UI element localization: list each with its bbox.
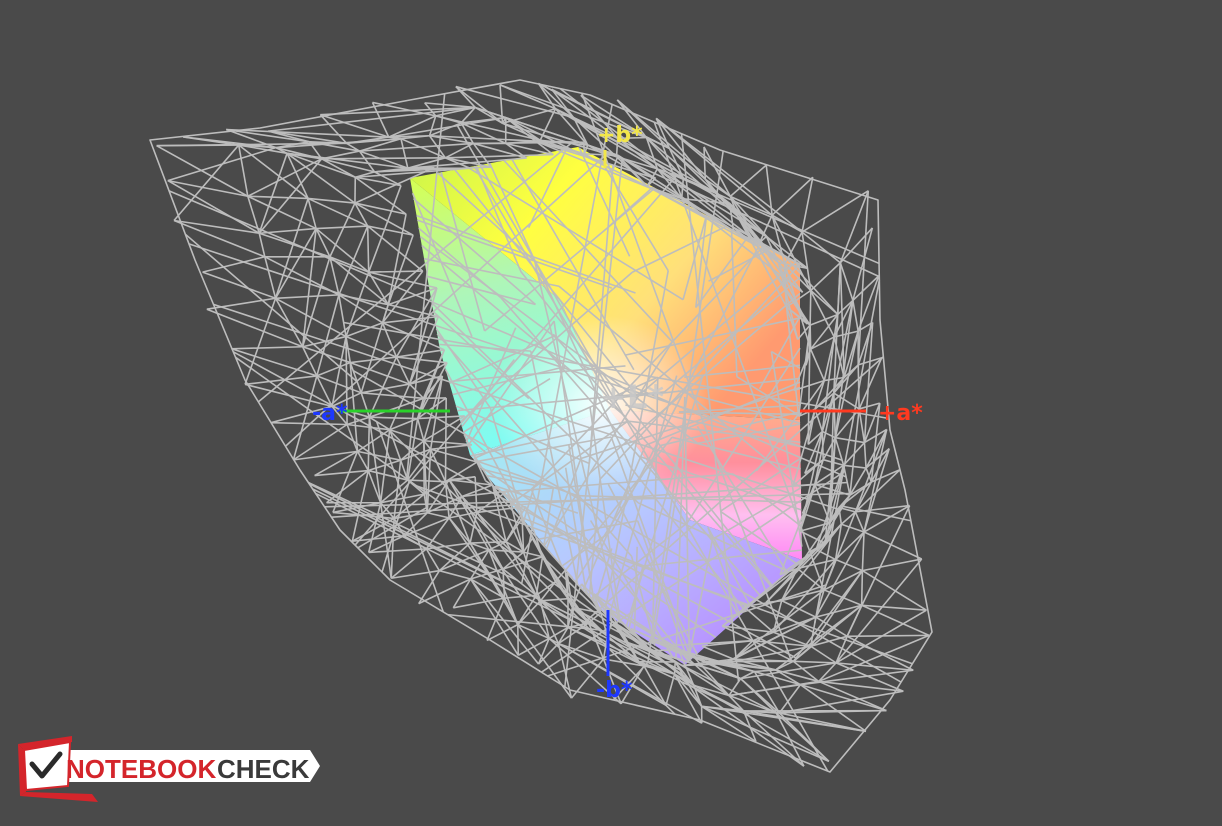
wireframe-edge bbox=[307, 198, 317, 229]
wireframe-edge bbox=[315, 227, 370, 273]
wireframe-edge bbox=[368, 548, 427, 554]
wireframe-edge bbox=[840, 505, 912, 522]
wireframe-edge bbox=[861, 569, 927, 611]
wireframe-edge bbox=[778, 684, 802, 714]
wireframe-edge bbox=[400, 138, 409, 169]
wireframe-edge bbox=[206, 308, 303, 348]
wireframe-edge bbox=[540, 597, 569, 602]
axis-label-b-plus: +b* bbox=[597, 123, 643, 148]
wireframe-edge bbox=[396, 349, 445, 358]
wireframe-edge bbox=[173, 219, 260, 235]
wireframe-edge bbox=[231, 345, 303, 350]
wireframe-edge bbox=[430, 444, 473, 451]
logo-word-check: CHECK bbox=[217, 754, 310, 784]
wireframe-edge bbox=[387, 287, 438, 306]
notebookcheck-logo: NOTEBOOK CHECK bbox=[14, 734, 320, 804]
wireframe-edge bbox=[835, 558, 863, 572]
wireframe-edge bbox=[839, 262, 854, 301]
wireframe-edge bbox=[439, 569, 471, 580]
wireframe-edge bbox=[258, 233, 266, 257]
wireframe-edge bbox=[809, 290, 812, 326]
wireframe-edge bbox=[843, 464, 867, 469]
gamut-3d-viewport[interactable]: +b* +a* -a* -b* +L* bbox=[0, 0, 1222, 826]
wireframe-edge bbox=[861, 531, 865, 571]
wireframe-edge bbox=[301, 256, 331, 347]
wireframe-edge bbox=[258, 158, 323, 234]
wireframe-edge bbox=[810, 645, 837, 664]
wireframe-edge bbox=[810, 336, 835, 350]
wireframe-edge bbox=[417, 415, 465, 420]
wireframe-edge bbox=[321, 157, 446, 160]
wireframe-edge bbox=[369, 416, 418, 420]
wireframe-edge bbox=[863, 442, 867, 469]
wireframe-edge bbox=[502, 107, 556, 125]
axis-label-b-minus: -b* bbox=[596, 678, 633, 703]
wireframe-edge bbox=[858, 402, 881, 410]
wireframe-edge bbox=[815, 548, 836, 561]
wireframe-edge bbox=[247, 195, 317, 230]
wireframe-edge bbox=[674, 673, 830, 763]
wireframe-edge bbox=[258, 153, 288, 234]
wireframe-edge bbox=[316, 361, 351, 377]
wireframe-edge bbox=[860, 570, 864, 606]
wireframe-edge bbox=[231, 348, 318, 377]
wireframe-edge bbox=[792, 570, 864, 662]
wireframe-edge bbox=[416, 418, 425, 441]
wireframe-edge bbox=[740, 678, 777, 714]
wireframe-edge bbox=[247, 195, 309, 200]
wireframe-edge bbox=[835, 558, 923, 664]
wireframe-edge bbox=[307, 197, 369, 227]
wireframe-edge bbox=[810, 262, 841, 292]
wireframe-edge bbox=[387, 213, 407, 305]
wireframe-edge bbox=[275, 294, 339, 300]
wireframe-edge bbox=[264, 256, 277, 299]
axis-label-a-plus: +a* bbox=[878, 401, 923, 426]
wireframe-edge bbox=[834, 437, 845, 466]
axis-label-a-minus: -a* bbox=[312, 401, 348, 426]
wireframe-edge bbox=[360, 392, 371, 418]
wireframe-edge bbox=[173, 144, 240, 222]
wireframe-edge bbox=[427, 512, 450, 519]
wireframe-edge bbox=[400, 440, 425, 461]
wireframe-edge bbox=[321, 150, 360, 160]
wireframe-edge bbox=[852, 300, 859, 332]
wireframe-edge bbox=[247, 158, 322, 197]
wireframe-edge bbox=[809, 348, 825, 381]
wireframe-edge bbox=[301, 228, 317, 347]
wireframe-edge bbox=[517, 637, 550, 656]
wireframe-edge bbox=[167, 146, 277, 182]
wireframe-edge bbox=[754, 669, 776, 673]
wireframe-edge bbox=[237, 144, 249, 197]
wireframe-edge bbox=[517, 594, 538, 626]
wireframe-edge bbox=[801, 190, 869, 233]
axis-label-l-center: +L* bbox=[600, 378, 664, 416]
wireframe-edge bbox=[202, 271, 276, 300]
wireframe-edge bbox=[846, 505, 911, 637]
wireframe-edge bbox=[537, 643, 559, 665]
wireframe-edge bbox=[381, 481, 410, 573]
wireframe-edge bbox=[842, 465, 851, 496]
wireframe-edge bbox=[809, 325, 812, 350]
wireframe-edge bbox=[356, 450, 369, 471]
wireframe-edge bbox=[801, 231, 841, 264]
wireframe-edge bbox=[316, 225, 368, 230]
wireframe-edge bbox=[535, 556, 544, 596]
wireframe-edge bbox=[793, 660, 837, 664]
wireframe-edge bbox=[388, 429, 402, 461]
wireframe-edge bbox=[366, 226, 370, 273]
wireframe-edge bbox=[424, 102, 476, 109]
wireframe-edge bbox=[367, 225, 424, 272]
wireframe-edge bbox=[665, 673, 676, 706]
logo-word-notebook: NOTEBOOK bbox=[66, 754, 216, 784]
wireframe-edge bbox=[453, 597, 505, 609]
wireframe-edge bbox=[821, 431, 825, 460]
